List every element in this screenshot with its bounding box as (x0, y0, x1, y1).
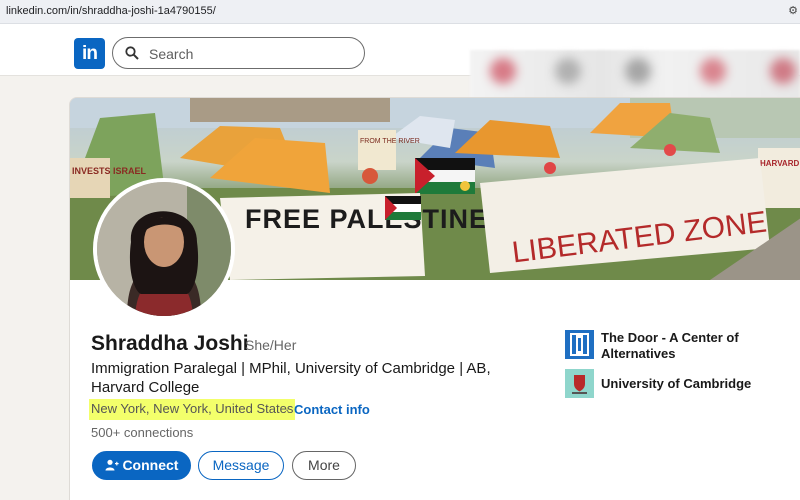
search-icon (125, 46, 139, 60)
profile-pronouns: She/Her (245, 337, 297, 353)
connect-button-label: Connect (122, 457, 179, 473)
profile-name: Shraddha Joshi (91, 332, 249, 355)
org-name-door: The Door - A Center of Alternatives (601, 330, 739, 361)
browser-menu-icon[interactable]: ⚙ (788, 4, 798, 17)
message-button[interactable]: Message (198, 451, 284, 480)
profile-connections[interactable]: 500+ connections (91, 425, 193, 440)
connect-button[interactable]: Connect (92, 451, 191, 480)
door-organization-logo-icon (565, 330, 594, 359)
location-separator: · (285, 402, 290, 417)
add-person-icon (105, 459, 119, 471)
search-input[interactable] (149, 45, 349, 63)
banner-sign-far-right: HARVARD OUT (760, 159, 800, 168)
url-text[interactable]: linkedin.com/in/shraddha-joshi-1a4790155… (6, 5, 216, 17)
banner-sign-small-mid: FROM THE RIVER (360, 138, 420, 145)
more-button[interactable]: More (292, 451, 356, 480)
banner-sign-small-left: INVESTS ISRAEL (72, 166, 147, 176)
profile-avatar[interactable] (93, 178, 235, 320)
search-box[interactable] (112, 37, 365, 69)
cambridge-crest-icon (565, 369, 594, 398)
banner-sign-free-palestine: FREE PALESTINE (245, 204, 488, 234)
browser-url-bar[interactable]: linkedin.com/in/shraddha-joshi-1a4790155… (0, 0, 800, 24)
profile-headline: Immigration Paralegal | MPhil, Universit… (91, 360, 491, 396)
profile-location: New York, New York, United States (89, 399, 296, 420)
org-name-cambridge: University of Cambridge (601, 376, 752, 391)
avatar-photo (97, 182, 231, 316)
linkedin-logo[interactable]: in (74, 38, 105, 69)
blurred-nav-icons (470, 50, 800, 100)
contact-info-link[interactable]: Contact info (294, 402, 370, 417)
